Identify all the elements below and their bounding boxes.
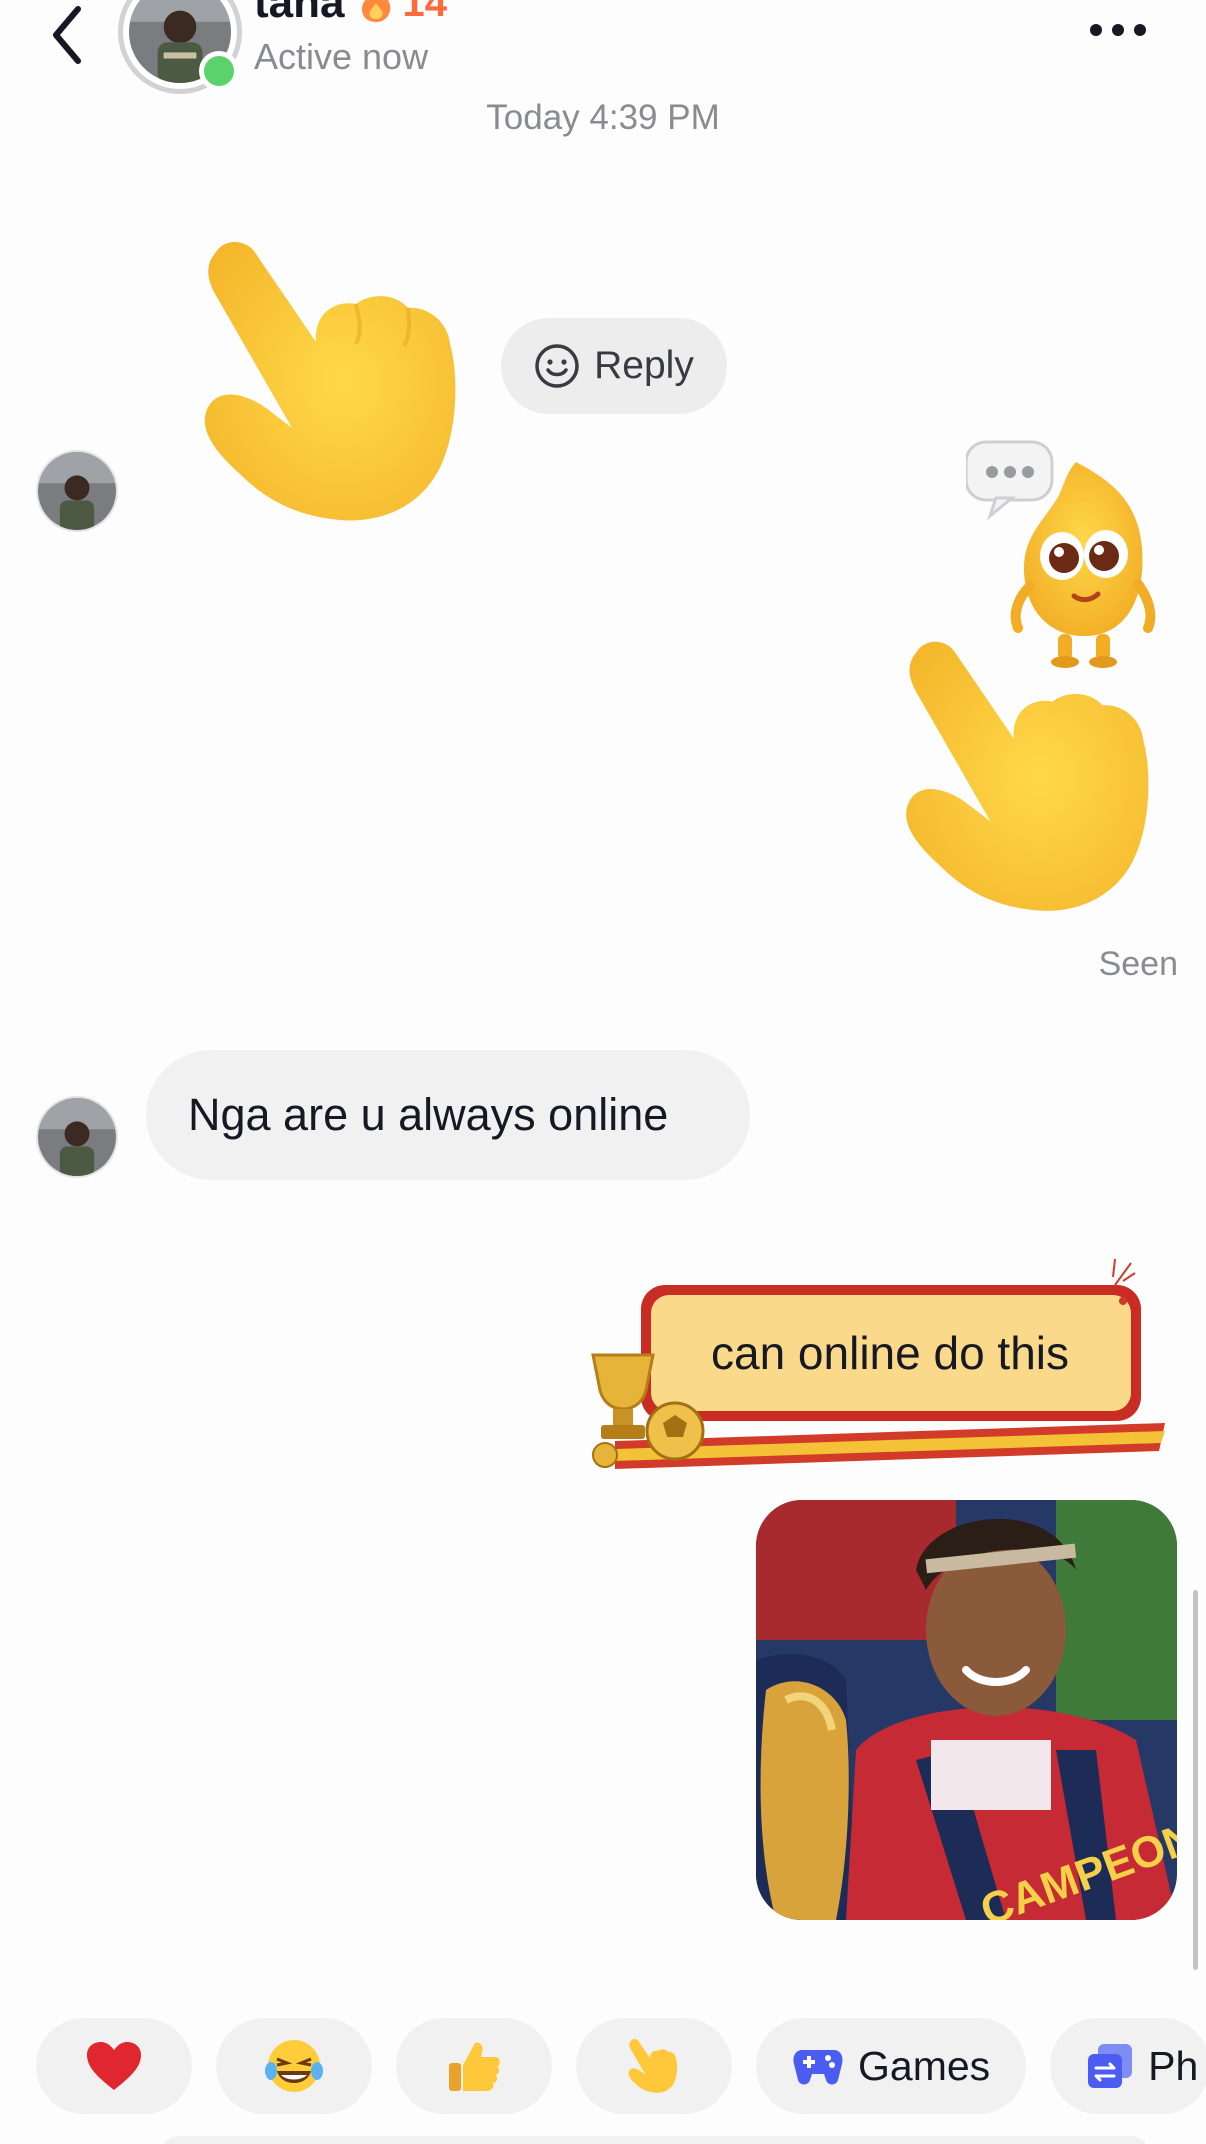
smiley-icon	[535, 344, 579, 388]
pointing-hand-icon	[906, 641, 1149, 911]
more-dot-icon	[1112, 24, 1124, 36]
reply-button[interactable]: Reply	[501, 318, 727, 414]
message-input-field[interactable]	[160, 2136, 1150, 2144]
outgoing-photo-message[interactable]: CAMPEON	[756, 1500, 1177, 1920]
seen-indicator: Seen	[1098, 945, 1178, 983]
sender-avatar[interactable]	[36, 450, 118, 532]
photos-button[interactable]: Ph	[1050, 2018, 1206, 2114]
online-status-dot	[199, 51, 239, 91]
pointing-hand-icon	[204, 242, 456, 521]
incoming-message-text: Nga are u always online	[188, 1089, 669, 1140]
outgoing-pointing-hand-sticker[interactable]	[888, 632, 1178, 922]
message-timestamp: Today 4:39 PM	[486, 98, 720, 137]
contact-name: tana	[254, 0, 345, 27]
flame-icon	[362, 0, 391, 22]
heart-reaction-button[interactable]	[36, 2018, 192, 2114]
gamepad-icon	[793, 2050, 843, 2085]
heart-icon	[87, 2042, 141, 2090]
laughing-tears-icon	[265, 2040, 323, 2092]
avatar-photo-icon	[38, 1098, 116, 1176]
photo-image: CAMPEON	[756, 1500, 1177, 1920]
incoming-message-bubble[interactable]: Nga are u always online	[146, 1050, 750, 1180]
reply-label: Reply	[594, 344, 694, 387]
quick-reaction-bar: Games Ph	[36, 2018, 1206, 2114]
games-button[interactable]: Games	[756, 2018, 1027, 2114]
back-button[interactable]	[40, 0, 96, 70]
more-dot-icon	[1090, 24, 1102, 36]
thumbs-up-icon	[449, 2042, 500, 2091]
avatar-photo-icon	[38, 452, 116, 530]
chat-header: tana 14 Active now	[0, 0, 1206, 100]
outgoing-themed-message-bubble[interactable]: can online do this	[575, 1255, 1175, 1485]
photo-swap-icon	[1088, 2044, 1133, 2088]
photos-label: Ph	[1148, 2042, 1199, 2089]
sender-avatar[interactable]	[36, 1096, 118, 1178]
incoming-pointing-hand-sticker[interactable]	[196, 232, 476, 532]
laughing-reaction-button[interactable]	[216, 2018, 372, 2114]
pointing-reaction-button[interactable]	[576, 2018, 732, 2114]
scrollbar[interactable]	[1193, 1590, 1198, 1970]
more-options-button[interactable]	[1078, 10, 1158, 50]
pointing-hand-icon	[628, 2038, 678, 2093]
chevron-left-icon	[53, 6, 81, 64]
streak-count: 14	[402, 0, 447, 25]
header-avatar[interactable]	[118, 0, 242, 94]
outgoing-message-text: can online do this	[710, 1326, 1070, 1379]
contact-name-row[interactable]: tana 14	[254, 0, 447, 28]
games-label: Games	[858, 2042, 991, 2089]
streak-badge: 14	[358, 0, 447, 26]
more-dot-icon	[1134, 24, 1146, 36]
thumbs-up-reaction-button[interactable]	[396, 2018, 552, 2114]
chat-screen: tana 14 Active now Today 4:39 PM Reply S…	[0, 0, 1206, 2144]
contact-status: Active now	[254, 36, 429, 77]
